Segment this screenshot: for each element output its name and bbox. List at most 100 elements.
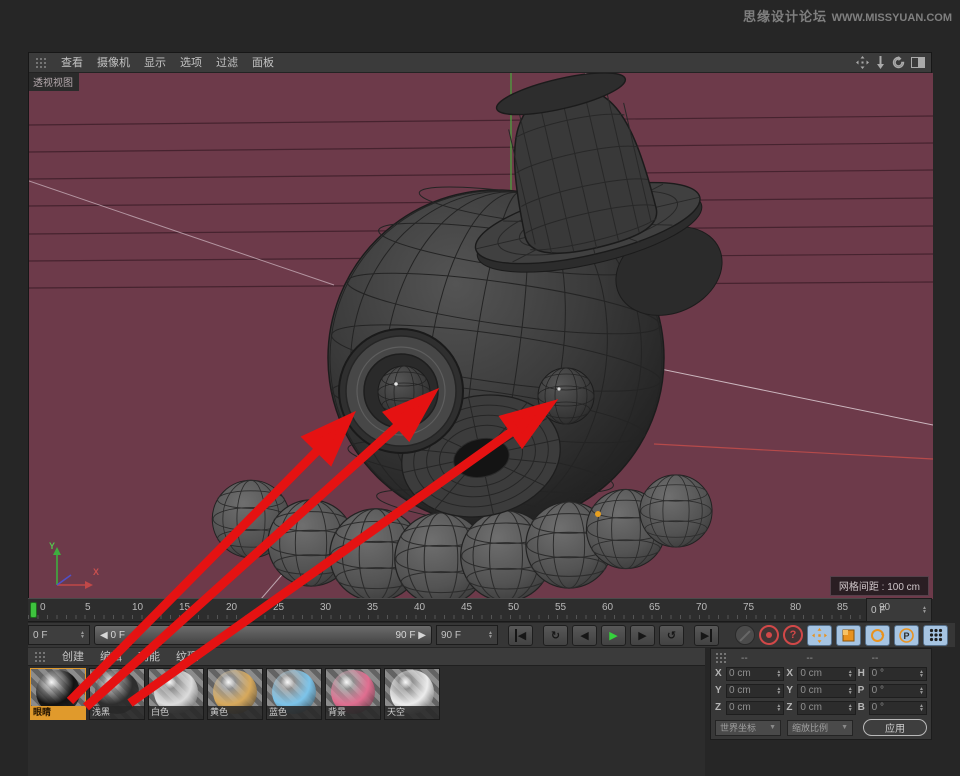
next-frame-icon: ▶ [638, 629, 646, 642]
frame-start-field[interactable]: 0 F ▲▼ [28, 625, 90, 645]
next-frame-button[interactable]: ▶ [630, 625, 655, 646]
panel-grip-icon[interactable] [34, 651, 46, 663]
menu-create[interactable]: 创建 [62, 648, 84, 666]
go-to-start-button[interactable]: ◀ [508, 625, 533, 646]
frame-range-slider[interactable]: ◀ 0 F 90 F ▶ [94, 625, 432, 645]
rot-b-label: B [858, 702, 867, 713]
menu-edit[interactable]: 编辑 [100, 648, 122, 666]
tick-10: 10 [132, 602, 143, 613]
viewport-window: 查看 摄像机 显示 选项 过滤 面板 透视视图 网格间距 : 100 cm Y … [28, 52, 932, 598]
menu-view[interactable]: 查看 [61, 53, 83, 73]
coord-system-value: 世界坐标 [720, 721, 756, 734]
watermark: 思缘设计论坛 WWW.MISSYUAN.COM [743, 6, 952, 25]
material-name: 背景 [326, 706, 380, 719]
material-sky[interactable]: 天空 [384, 668, 440, 720]
current-frame-field[interactable]: 0 F ▲▼ [866, 598, 932, 622]
axis-y-label: Y [49, 541, 55, 551]
material-name: 眼睛 [31, 706, 85, 719]
position-cross-icon [812, 628, 827, 643]
rot-p-field[interactable]: 0 °▲▼ [869, 684, 927, 698]
autokey-help-button[interactable]: ? [783, 625, 803, 645]
pos-x-field[interactable]: 0 cm▲▼ [726, 667, 784, 681]
range-start-label: ◀ 0 F [100, 630, 125, 641]
prev-key-button[interactable]: ↻ [543, 625, 568, 646]
play-button[interactable]: ▶ [601, 625, 626, 646]
menu-display[interactable]: 显示 [144, 53, 166, 73]
pos-x-label: X [715, 668, 724, 679]
key-scale-button[interactable] [836, 625, 861, 646]
zoom-view-icon[interactable] [875, 56, 886, 69]
header-size: -- [796, 653, 861, 664]
key-position-button[interactable] [807, 625, 832, 646]
tick-30: 30 [320, 602, 331, 613]
rot-b-field[interactable]: 0 °▲▼ [869, 701, 927, 715]
menu-panel[interactable]: 面板 [252, 53, 274, 73]
material-white[interactable]: 白色 [148, 668, 204, 720]
viewport-canvas[interactable]: 透视视图 网格间距 : 100 cm Y X [29, 73, 933, 599]
go-to-end-icon: ▶ [701, 629, 712, 642]
material-eyes[interactable]: 眼睛 [30, 668, 86, 720]
next-key-button[interactable]: ↺ [659, 625, 684, 646]
pan-view-icon[interactable] [856, 56, 869, 69]
tick-0: 0 [40, 602, 46, 613]
timeline-ruler[interactable]: 0 5 10 15 20 25 30 35 40 45 50 55 60 65 … [28, 598, 866, 622]
rotate-view-icon[interactable] [892, 56, 905, 69]
timeline-ruler-row: 0 5 10 15 20 25 30 35 40 45 50 55 60 65 … [28, 598, 932, 622]
pos-z-label: Z [715, 702, 724, 713]
tick-70: 70 [696, 602, 707, 613]
character-eye-monocle[interactable] [339, 329, 463, 453]
go-to-end-button[interactable]: ▶ [694, 625, 719, 646]
point-grid-icon [929, 628, 943, 642]
material-menubar: 创建 编辑 功能 纹理 [28, 648, 705, 666]
prev-frame-button[interactable]: ◀ [572, 625, 597, 646]
record-disabled-button[interactable] [735, 625, 755, 645]
material-background[interactable]: 背景 [325, 668, 381, 720]
apply-button[interactable]: 应用 [863, 719, 927, 736]
pos-z-field[interactable]: 0 cm▲▼ [726, 701, 784, 715]
size-x-field[interactable]: 0 cm▲▼ [797, 667, 855, 681]
record-keyframe-button[interactable] [759, 625, 779, 645]
prev-key-icon: ↻ [551, 629, 560, 642]
scale-mode-dropdown[interactable]: 缩放比例 ▼ [787, 720, 853, 736]
material-blue[interactable]: 蓝色 [266, 668, 322, 720]
view-mode-label[interactable]: 透视视图 [29, 73, 79, 91]
panel-grip-icon[interactable] [35, 57, 47, 69]
key-parameter-button[interactable]: P [894, 625, 919, 646]
viewport-menubar: 查看 摄像机 显示 选项 过滤 面板 [29, 53, 931, 73]
toggle-panel-icon[interactable] [911, 57, 925, 68]
coord-system-dropdown[interactable]: 世界坐标 ▼ [715, 720, 781, 736]
pos-y-field[interactable]: 0 cm▲▼ [726, 684, 784, 698]
watermark-url: WWW.MISSYUAN.COM [832, 12, 952, 24]
watermark-brand: 思缘设计论坛 [743, 9, 827, 24]
go-to-start-icon: ◀ [515, 629, 526, 642]
frame-start-stepper[interactable]: ▲▼ [80, 631, 85, 639]
panel-grip-icon[interactable] [715, 652, 727, 664]
size-y-field[interactable]: 0 cm▲▼ [797, 684, 855, 698]
frame-end-stepper[interactable]: ▲▼ [488, 631, 493, 639]
menu-texture[interactable]: 纹理 [176, 648, 198, 666]
coordinates-panel: -- -- -- X 0 cm▲▼ X 0 cm▲▼ H 0 °▲▼ Y 0 c… [710, 648, 932, 740]
pos-y-label: Y [715, 685, 724, 696]
menu-options[interactable]: 选项 [180, 53, 202, 73]
frame-stepper[interactable]: ▲▼ [922, 606, 927, 614]
key-rotation-button[interactable] [865, 625, 890, 646]
question-icon: ? [790, 629, 797, 641]
material-yellow[interactable]: 黄色 [207, 668, 263, 720]
tick-5: 5 [85, 602, 91, 613]
size-z-field[interactable]: 0 cm▲▼ [797, 701, 855, 715]
frame-end-field[interactable]: 90 F ▲▼ [436, 625, 498, 645]
menu-function[interactable]: 功能 [138, 648, 160, 666]
menu-filter[interactable]: 过滤 [216, 53, 238, 73]
character-right-eye-sphere[interactable] [538, 368, 594, 424]
scene-3d [29, 73, 933, 599]
frame-start-value: 0 F [33, 630, 47, 641]
key-pla-button[interactable] [923, 625, 948, 646]
chevron-down-icon: ▼ [841, 724, 848, 731]
tick-90: 90 [879, 602, 890, 613]
menu-cameras[interactable]: 摄像机 [97, 53, 130, 73]
rot-h-field[interactable]: 0 °▲▼ [869, 667, 927, 681]
svg-text:P: P [903, 631, 909, 641]
material-light-black[interactable]: 浅黑 [89, 668, 145, 720]
chevron-down-icon: ▼ [769, 724, 776, 731]
selection-point [595, 511, 601, 517]
